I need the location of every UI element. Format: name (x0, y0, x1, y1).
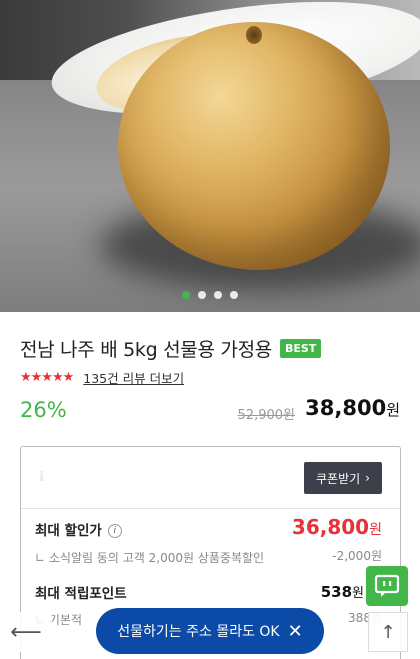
notice-discount-row: ∟ 소식알림 동의 고객 2,000원 상품중복할인 -2,000원 (35, 547, 382, 565)
arrow-left-icon: ⟵ (10, 619, 42, 645)
notice-discount-value: -2,000원 (332, 549, 382, 563)
carousel-dots (0, 291, 420, 299)
final-price: 38,800원 (305, 396, 400, 420)
sub-arrow-icon: ∟ (35, 551, 49, 565)
best-badge: BEST (279, 339, 322, 358)
points-sub-label: 기본적 (48, 613, 82, 627)
rating-row: ★★★★★ 135건 리뷰 더보기 (20, 368, 184, 387)
original-price: 52,900원 (237, 408, 295, 423)
pear-image (118, 22, 390, 270)
max-discount-row: 최대 할인가 i 36,800원 (35, 515, 382, 545)
toast-text: 선물하기는 주소 몰라도 OK (117, 624, 280, 640)
star-rating: ★★★★★ (20, 370, 74, 385)
arrow-up-icon: ↑ (380, 621, 396, 643)
carousel-dot[interactable] (230, 291, 238, 299)
price-row: 26% 52,900원 38,800원 (20, 396, 400, 426)
points-row: 최대 적립포인트 538원 (35, 582, 382, 606)
info-icon[interactable]: i (107, 523, 122, 538)
notice-discount-label: 소식알림 동의 고객 2,000원 상품중복할인 (48, 551, 265, 565)
back-button[interactable]: ⟵ (0, 612, 52, 652)
gift-toast[interactable]: 선물하기는 주소 몰라도 OK ✕ (96, 608, 324, 654)
chat-icon (374, 574, 400, 597)
max-discount-price: 36,800원 (291, 515, 382, 539)
review-link[interactable]: 135건 리뷰 더보기 (83, 368, 184, 387)
points-label: 최대 적립포인트 (35, 586, 127, 602)
carousel-dot[interactable] (214, 291, 222, 299)
chevron-right-icon: › (365, 471, 370, 485)
product-image-carousel[interactable] (0, 0, 420, 312)
chat-button[interactable] (366, 566, 408, 606)
close-icon[interactable]: ✕ (288, 621, 303, 642)
points-value: 538원 (320, 583, 364, 601)
product-title-row: 전남 나주 배 5kg 선물용 가정용 BEST (20, 335, 322, 362)
carousel-dot[interactable] (198, 291, 206, 299)
scroll-top-button[interactable]: ↑ (368, 612, 408, 652)
product-title: 전남 나주 배 5kg 선물용 가정용 (20, 339, 272, 361)
discount-rate: 26% (20, 398, 67, 422)
max-discount-label: 최대 할인가 (35, 523, 102, 539)
coupon-button[interactable]: 쿠폰받기 › (304, 462, 382, 494)
carousel-dot[interactable] (182, 291, 190, 299)
